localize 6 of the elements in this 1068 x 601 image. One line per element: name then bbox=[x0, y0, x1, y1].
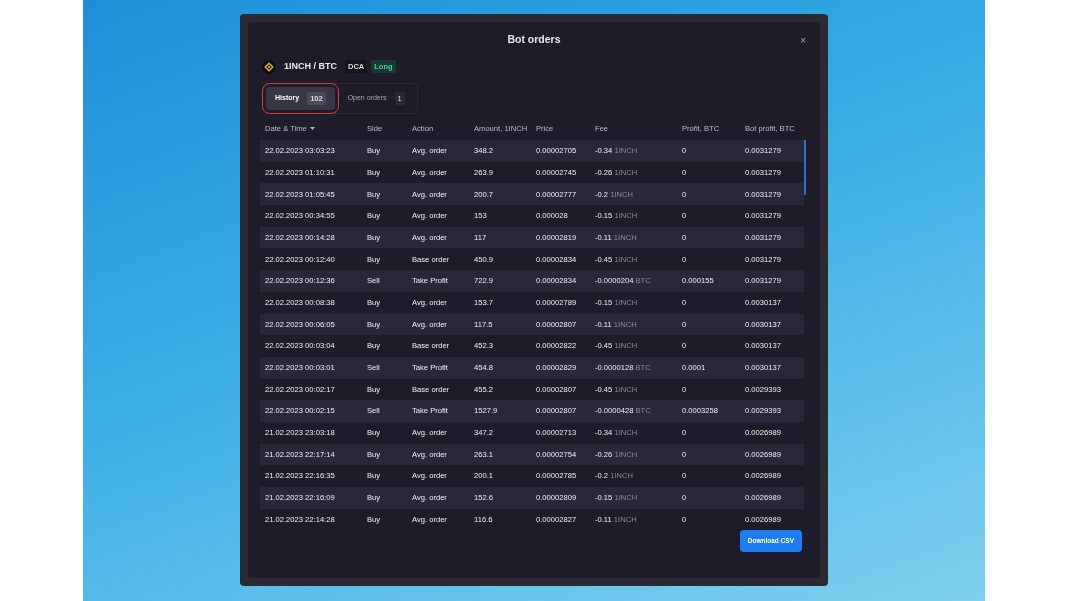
coin-logo-icon bbox=[262, 59, 276, 74]
scrollbar-thumb[interactable] bbox=[804, 140, 806, 195]
dialog-title: Bot orders bbox=[507, 32, 561, 47]
close-button[interactable]: × bbox=[800, 36, 806, 46]
pair-name: 1INCH / BTC bbox=[284, 60, 337, 73]
sort-caret-icon bbox=[309, 127, 315, 132]
